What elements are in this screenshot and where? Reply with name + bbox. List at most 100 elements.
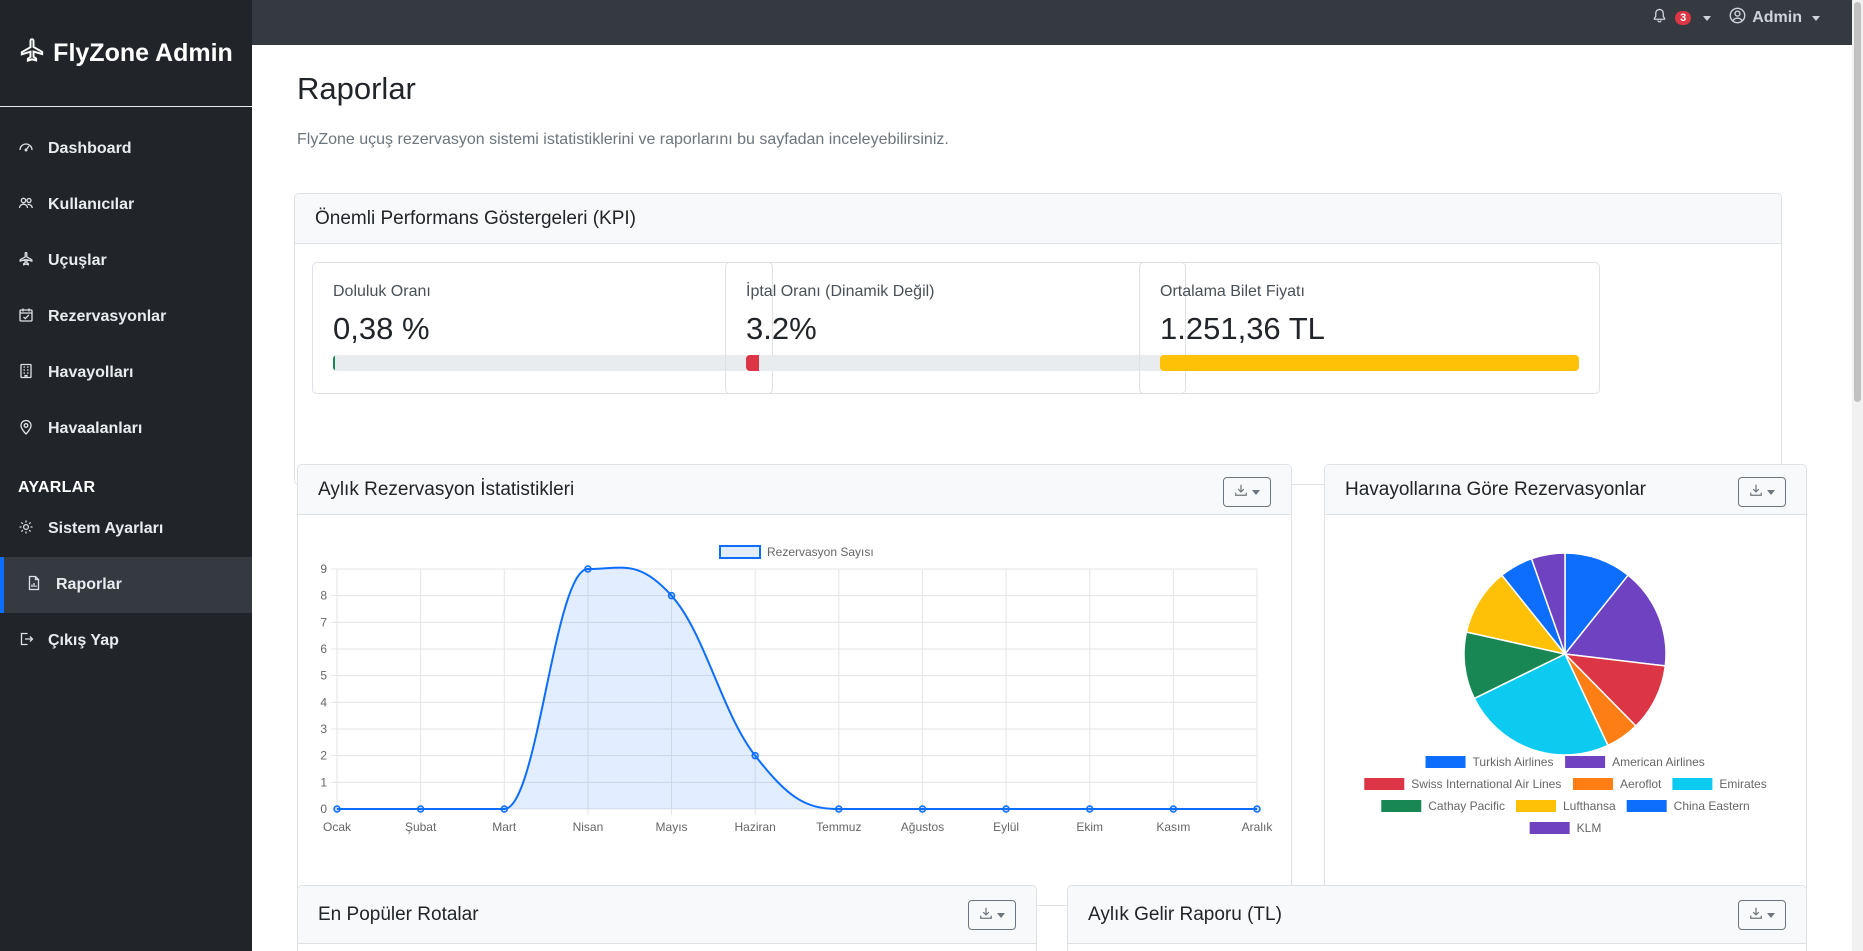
settings-heading: AYARLAR (18, 479, 96, 496)
sidebar-item-label: Uçuşlar (48, 252, 107, 269)
kpi-progress-fill (333, 355, 335, 371)
legend-swatch (1573, 778, 1614, 790)
legend-swatch (1672, 778, 1713, 790)
popular-routes-card: En Popüler Rotalar (297, 885, 1037, 951)
scrollbar-thumb[interactable] (1854, 2, 1861, 402)
sidebar-item-label: Kullanıcılar (48, 196, 135, 213)
kpi-tile: Ortalama Bilet Fiyatı 1.251,36 TL (1139, 262, 1600, 394)
legend-swatch (1381, 800, 1422, 812)
download-icon (979, 904, 993, 926)
legend-label: Rezervasyon Sayısı (767, 545, 874, 559)
page-title: Raporlar (297, 71, 416, 106)
chevron-down-icon (997, 912, 1005, 918)
x-tick-label: Ocak (323, 820, 352, 834)
sidebar-item-geo-pin[interactable]: Havaalanları (0, 401, 252, 457)
kpi-value: 0,38 % (333, 311, 430, 346)
monthly-card-title: Aylık Rezervasyon İstatistikleri (318, 478, 575, 500)
download-dropdown-button[interactable] (1738, 477, 1786, 507)
brand[interactable]: FlyZone Admin (0, 0, 252, 107)
sidebar-item-logout[interactable]: Çıkış Yap (0, 613, 252, 669)
data-point (1253, 805, 1261, 813)
geo-pin-icon (18, 419, 34, 440)
kpi-header: Önemli Performans Göstergeleri (KPI) (295, 194, 1781, 244)
kpi-progress-bar (746, 355, 1165, 371)
sidebar-item-people[interactable]: Kullanıcılar (0, 177, 252, 233)
legend-label: KLM (1577, 821, 1602, 835)
kpi-tile: Doluluk Oranı 0,38 % (312, 262, 773, 394)
gear-icon (18, 519, 34, 540)
chevron-down-icon (1703, 15, 1712, 21)
chevron-down-icon (1767, 912, 1775, 918)
x-tick-label: Ağustos (901, 820, 944, 834)
logout-icon (18, 631, 34, 652)
sidebar-item-label: Havayolları (48, 364, 134, 381)
data-point (1169, 805, 1178, 813)
download-icon (1749, 904, 1763, 926)
x-tick-label: Kasım (1156, 820, 1190, 834)
x-tick-label: Temmuz (816, 820, 861, 834)
sidebar-nav: Dashboard Kullanıcılar Uçuşlar Rezervasyonl… (0, 107, 252, 457)
x-tick-label: Şubat (405, 820, 437, 834)
calendar-check-icon (18, 307, 34, 328)
notifications-dropdown[interactable]: 3 (1652, 8, 1712, 28)
sidebar-item-label: Dashboard (48, 140, 132, 157)
kpi-label: Doluluk Oranı (333, 283, 431, 300)
legend-swatch (1364, 778, 1405, 790)
legend-swatch (1515, 800, 1556, 812)
revenue-card-title: Aylık Gelir Raporu (TL) (1088, 903, 1282, 925)
y-tick-label: 0 (320, 802, 327, 816)
y-tick-label: 6 (320, 642, 327, 656)
sidebar-item-calendar-check[interactable]: Rezervasyonlar (0, 289, 252, 345)
series-line (336, 566, 1257, 810)
sidebar-item-building[interactable]: Havayolları (0, 345, 252, 401)
sidebar-item-file-chart[interactable]: Raporlar (0, 557, 252, 613)
data-point (1002, 805, 1010, 813)
x-tick-label: Nisan (573, 820, 604, 834)
kpi-label: Ortalama Bilet Fiyatı (1160, 283, 1305, 300)
legend-label: Emirates (1719, 777, 1766, 791)
page-scrollbar[interactable] (1852, 0, 1863, 951)
data-point (416, 805, 425, 813)
data-point (751, 751, 759, 760)
data-point (835, 805, 843, 813)
sidebar-item-gear[interactable]: Sistem Ayarları (0, 501, 252, 557)
download-icon (1234, 481, 1248, 503)
chevron-down-icon (1812, 15, 1820, 21)
kpi-progress-fill (1160, 355, 1579, 371)
y-tick-label: 2 (320, 749, 327, 763)
legend-swatch (1565, 756, 1606, 768)
sidebar-item-label: Çıkış Yap (48, 632, 119, 649)
x-tick-label: Mayıs (656, 820, 688, 834)
legend-swatch (719, 545, 761, 559)
kpi-progress-bar (333, 355, 752, 371)
user-circle-icon (1729, 7, 1746, 29)
file-chart-icon (26, 575, 42, 596)
airline-reservations-card: Havayollarına Göre Rezervasyonlar Turkis… (1324, 464, 1807, 906)
chevron-down-icon (1252, 489, 1260, 495)
kpi-value: 1.251,36 TL (1160, 311, 1325, 346)
sidebar-item-speedometer[interactable]: Dashboard (0, 121, 252, 177)
notification-badge: 3 (1675, 11, 1692, 25)
legend-label: Swiss International Air Lines (1411, 777, 1561, 791)
download-dropdown-button[interactable] (1738, 900, 1786, 930)
legend-label: Cathay Pacific (1428, 799, 1505, 813)
download-dropdown-button[interactable] (968, 900, 1016, 930)
x-tick-label: Mart (492, 820, 517, 834)
sidebar-item-airplane[interactable]: Uçuşlar (0, 233, 252, 289)
airline-pie-chart: Turkish Airlines American Airlines Swiss I… (1364, 552, 1767, 835)
legend-swatch (1626, 800, 1667, 812)
y-tick-label: 3 (320, 722, 327, 736)
airplane-icon (18, 251, 34, 272)
topbar: 3 Admin (252, 0, 1852, 45)
kpi-card: Önemli Performans Göstergeleri (KPI) Dol… (294, 193, 1782, 485)
user-dropdown[interactable]: Admin (1729, 7, 1820, 29)
routes-card-title: En Popüler Rotalar (318, 903, 479, 925)
routes-card-header: En Popüler Rotalar (298, 886, 1036, 944)
data-point (1085, 805, 1094, 813)
download-dropdown-button[interactable] (1223, 477, 1271, 507)
data-point (667, 591, 676, 600)
page-subtitle: FlyZone uçuş rezervasyon sistemi istatis… (297, 131, 949, 148)
sidebar-item-label: Havaalanları (48, 420, 143, 437)
y-tick-label: 7 (320, 615, 327, 629)
y-tick-label: 8 (320, 589, 327, 603)
